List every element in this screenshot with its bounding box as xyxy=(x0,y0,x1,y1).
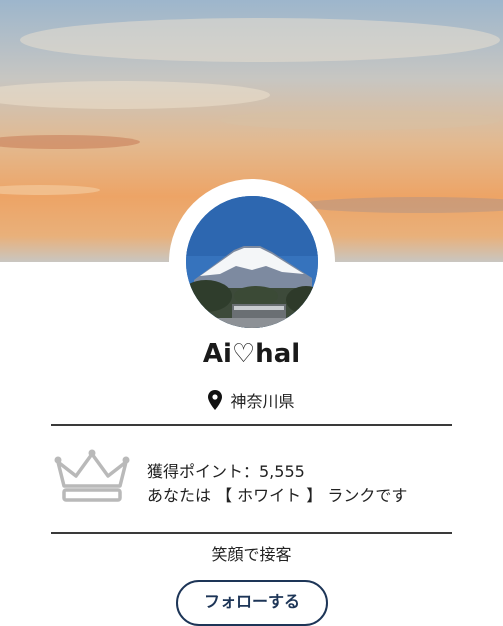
username: Ai♡hal xyxy=(202,339,301,369)
rank-text: あなたは 【 ホワイト 】 ランクです xyxy=(147,486,408,505)
map-pin-icon xyxy=(208,390,223,410)
bio-text: 笑顔で接客 xyxy=(211,545,292,564)
divider-bottom xyxy=(51,532,452,534)
follow-button[interactable]: フォローする xyxy=(176,580,328,626)
divider-top xyxy=(51,424,452,426)
location-row: 神奈川県 xyxy=(0,388,503,412)
points-text: 獲得ポイント：5,555 xyxy=(147,462,305,481)
avatar[interactable] xyxy=(186,196,318,328)
crown-icon xyxy=(52,448,132,504)
location-label: 神奈川県 xyxy=(230,392,295,411)
